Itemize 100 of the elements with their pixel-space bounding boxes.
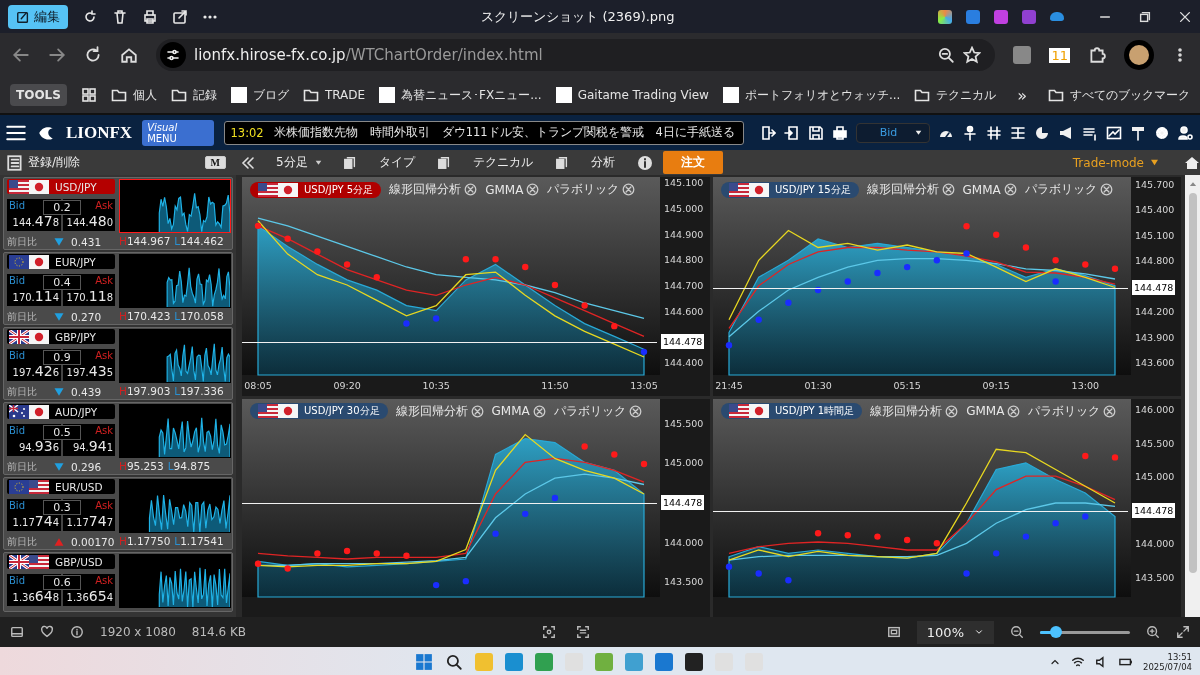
profile-avatar[interactable]: [1124, 40, 1154, 70]
site-settings-icon[interactable]: [165, 47, 181, 63]
bookmark-link[interactable]: Gaitame Trading View: [555, 87, 709, 103]
remove-icon[interactable]: [622, 183, 636, 196]
indicator-label[interactable]: GMMA: [485, 182, 524, 197]
toolbar-tab[interactable]: テクニカル: [460, 154, 545, 171]
toolbar-tab[interactable]: タイプ: [366, 154, 427, 171]
bookmark-link[interactable]: ポートフォリオとウォッチ...: [722, 86, 901, 104]
ask-price[interactable]: 197.435: [63, 362, 115, 381]
reload-icon[interactable]: [84, 46, 102, 64]
text-scan-icon[interactable]: [576, 625, 591, 639]
indicator-label[interactable]: パラボリック: [553, 402, 626, 420]
remove-icon[interactable]: [464, 183, 478, 196]
apps-grid-icon[interactable]: [80, 87, 97, 103]
taskbar-app-icon[interactable]: [684, 653, 703, 671]
search-icon[interactable]: [444, 653, 463, 671]
timeframe-dropdown[interactable]: 5分足: [266, 154, 333, 171]
fullscreen-icon[interactable]: [1176, 625, 1190, 639]
zoom-in-icon[interactable]: [1146, 625, 1160, 639]
ask-price[interactable]: 170.118: [63, 287, 115, 306]
price-type-dropdown[interactable]: Bid: [856, 122, 930, 143]
indicator-label[interactable]: パラボリック: [1024, 181, 1097, 198]
more-bookmarks[interactable]: »: [1017, 85, 1028, 105]
bookmark-folder[interactable]: 記録: [170, 86, 217, 104]
rate-card[interactable]: GBP/JPY Bid 197.426 Ask 197.435 0.9 前日比 0.439 H197.903 L197.336: [3, 327, 233, 400]
user-search-icon[interactable]: [1178, 124, 1194, 141]
bid-price[interactable]: 197.426: [7, 362, 61, 381]
remove-icon[interactable]: [470, 404, 484, 418]
fit-icon[interactable]: [886, 625, 901, 639]
remove-icon[interactable]: [1099, 183, 1113, 196]
indicator-label[interactable]: GMMA: [491, 404, 530, 418]
remove-icon[interactable]: [945, 404, 959, 418]
zoom-out-icon[interactable]: [937, 46, 956, 64]
copy-icon[interactable]: [436, 155, 451, 170]
trend-chart-icon[interactable]: [1106, 124, 1122, 141]
star-icon[interactable]: [963, 46, 982, 64]
rate-card[interactable]: EUR/USD Bid 1.17744 Ask 1.17747 0.3 前日比 0.00170 H1.17750 L1.17541: [3, 477, 233, 550]
rate-card[interactable]: AUD/JPY Bid 94.936 Ask 94.941 0.5 前日比 0.296 H95.253 L94.875: [3, 402, 233, 475]
extensions-icon[interactable]: [1088, 46, 1106, 64]
remove-icon[interactable]: [1103, 404, 1117, 418]
indicator-label[interactable]: 線形回帰分析: [866, 181, 939, 198]
share-icon[interactable]: [172, 8, 188, 25]
bid-price[interactable]: 1.36648: [7, 587, 61, 606]
ask-price[interactable]: 1.36654: [63, 587, 115, 606]
focus-icon[interactable]: [542, 625, 557, 639]
print-icon[interactable]: [142, 8, 158, 25]
bid-price[interactable]: 144.478: [7, 212, 61, 231]
close-icon[interactable]: [1178, 9, 1192, 24]
zoom-out-icon[interactable]: [1010, 625, 1024, 639]
copilot-icon[interactable]: [938, 9, 952, 24]
remove-icon[interactable]: [1003, 183, 1017, 196]
cloud-icon[interactable]: [1050, 12, 1064, 21]
edit-button[interactable]: 編集: [8, 4, 68, 29]
trade-mode-dropdown[interactable]: Trade-mode: [1072, 155, 1160, 170]
wifi-icon[interactable]: [1071, 655, 1085, 669]
restore-icon[interactable]: [1138, 9, 1152, 24]
collapse-icon[interactable]: [240, 154, 256, 171]
copy-icon[interactable]: [342, 155, 357, 170]
remove-icon[interactable]: [526, 183, 540, 196]
list-edit-icon[interactable]: [6, 153, 24, 172]
bid-price[interactable]: 170.114: [7, 287, 61, 306]
start-icon[interactable]: [414, 653, 433, 671]
rate-card[interactable]: GBP/USD Bid 1.36648 Ask 1.36654 0.6: [3, 552, 233, 612]
heart-icon[interactable]: [40, 625, 54, 639]
indicator-label[interactable]: GMMA: [962, 182, 1001, 197]
grid-icon[interactable]: [986, 124, 1002, 141]
rate-card[interactable]: EUR/JPY Bid 170.114 Ask 170.118 0.4 前日比 0.270 H170.423 L170.058: [3, 252, 233, 325]
remove-icon[interactable]: [1007, 404, 1021, 418]
export-icon[interactable]: [760, 124, 776, 141]
indicator-label[interactable]: 線形回帰分析: [870, 402, 943, 420]
megaphone-icon[interactable]: [1058, 124, 1074, 141]
forward-icon[interactable]: [48, 46, 66, 64]
pie-chart-icon[interactable]: [1034, 124, 1050, 141]
back-icon[interactable]: [12, 46, 30, 64]
chart-title-tab[interactable]: USD/JPY 30分足: [250, 403, 388, 419]
rotate-icon[interactable]: [82, 8, 98, 25]
home-icon[interactable]: [120, 46, 138, 64]
taskbar-clock[interactable]: 13:51 2025/07/04: [1143, 651, 1192, 673]
bookmark-link[interactable]: 為替ニュース･FXニュー...: [379, 86, 542, 104]
remove-icon[interactable]: [628, 404, 642, 418]
bookmark-folder[interactable]: 個人: [110, 86, 157, 104]
register-delete-link[interactable]: 登録/削除: [28, 154, 81, 171]
delete-icon[interactable]: [112, 8, 128, 25]
info-icon[interactable]: [70, 625, 84, 639]
bookmark-folder[interactable]: TRADE: [302, 87, 366, 103]
indicator-label[interactable]: パラボリック: [547, 181, 620, 198]
copy-icon[interactable]: [554, 155, 569, 170]
bookmark-button[interactable]: TOOLS: [10, 84, 67, 106]
indicator-label[interactable]: GMMA: [966, 404, 1005, 418]
address-bar[interactable]: lionfx.hirose-fx.co.jp/WTChartOrder/index.html: [156, 39, 996, 71]
bid-price[interactable]: 1.17744: [7, 512, 61, 531]
info-icon[interactable]: [636, 154, 653, 171]
m-button[interactable]: M: [204, 156, 226, 169]
news-ticker[interactable]: 13:02 米株価指数先物 時間外取引 ダウ111ドル安、トランプ関税を警戒 4日に手紙送る: [223, 120, 744, 145]
toolbar-tab[interactable]: 分析: [578, 154, 627, 171]
ask-price[interactable]: 94.941: [63, 437, 115, 456]
print-icon[interactable]: [832, 124, 848, 141]
bookmark-folder[interactable]: すべてのブックマーク: [1048, 86, 1190, 104]
bid-price[interactable]: 94.936: [7, 437, 61, 456]
bookmark-link[interactable]: ブログ: [230, 86, 289, 104]
